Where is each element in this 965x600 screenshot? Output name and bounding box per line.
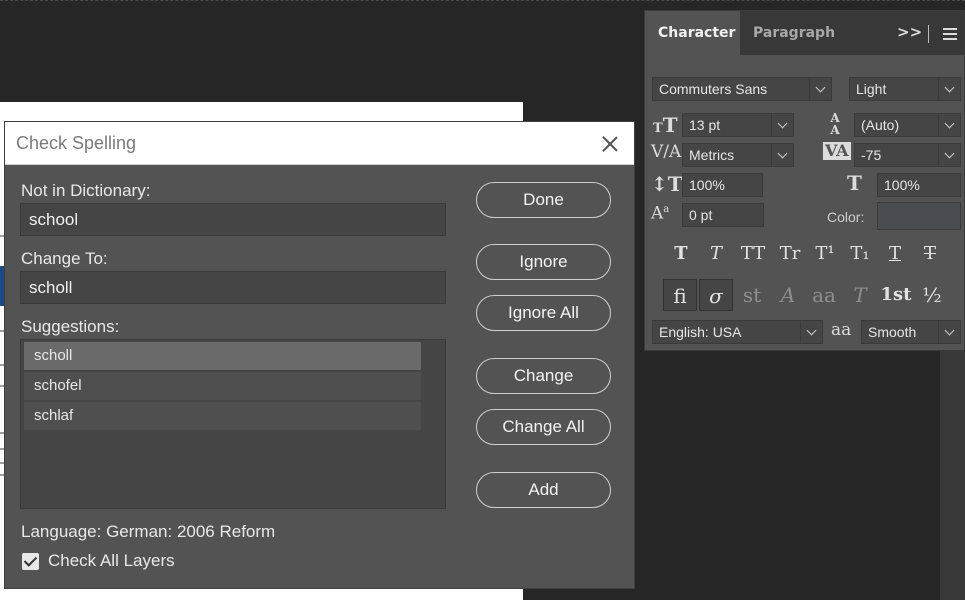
leading-icon: AA — [830, 111, 840, 137]
kerning-select[interactable]: Metrics — [682, 143, 794, 167]
ordinals-button[interactable]: 1st — [879, 279, 913, 311]
check-all-layers-label: Check All Layers — [48, 551, 175, 570]
font-size-value: 13 pt — [689, 117, 721, 133]
strikethrough-button[interactable]: T — [916, 243, 944, 265]
not-in-dictionary-field: school — [20, 203, 446, 236]
chevron-down-icon[interactable] — [938, 78, 960, 100]
small-caps-button[interactable]: Tr — [774, 243, 806, 265]
titling-alternates-button[interactable]: aa — [807, 279, 841, 311]
text-color-swatch[interactable] — [877, 202, 961, 230]
leading-select[interactable]: (Auto) — [854, 113, 961, 137]
chevron-down-icon[interactable] — [771, 144, 793, 166]
font-size-icon: TT — [653, 113, 678, 137]
horizontal-scale-icon: T — [847, 171, 862, 195]
faux-bold-button[interactable]: T — [667, 243, 695, 265]
change-button[interactable]: Change — [476, 358, 611, 394]
not-in-dictionary-label: Not in Dictionary: — [21, 181, 151, 200]
chevron-down-icon[interactable] — [938, 114, 960, 136]
change-to-input[interactable]: scholl — [20, 271, 446, 304]
close-icon[interactable] — [600, 134, 620, 154]
change-all-button[interactable]: Change All — [476, 409, 611, 445]
vertical-scale-icon: ↕T — [651, 172, 683, 196]
stylistic-alternates-button[interactable]: A — [771, 279, 805, 311]
language-value: English: USA — [659, 324, 742, 340]
leading-value: (Auto) — [861, 117, 900, 133]
character-panel: Character Paragraph >> Commuters Sans Li… — [644, 10, 965, 351]
panel-dock-edge — [940, 351, 965, 600]
baseline-shift-input[interactable]: 0 pt — [682, 203, 764, 227]
expand-panels-icon[interactable]: >> — [897, 23, 922, 41]
panel-menu-icon[interactable] — [943, 28, 957, 43]
color-label: Color: — [827, 209, 865, 225]
horizontal-scale-input[interactable]: 100% — [877, 173, 961, 197]
underline-button[interactable]: T — [881, 243, 909, 265]
list-item[interactable]: schlaf — [24, 402, 421, 430]
antialias-value: Smooth — [868, 324, 917, 340]
ligatures-button[interactable]: fi — [663, 279, 697, 311]
all-caps-button[interactable]: TT — [737, 243, 769, 265]
ignore-all-button[interactable]: Ignore All — [476, 295, 611, 331]
baseline-shift-value: 0 pt — [689, 207, 713, 223]
chevron-down-icon[interactable] — [771, 114, 793, 136]
check-all-layers-checkbox[interactable] — [22, 553, 39, 570]
check-spelling-dialog: Check Spelling Not in Dictionary: school… — [4, 121, 635, 589]
list-item[interactable]: scholl — [24, 342, 421, 370]
baseline-shift-icon: Aa — [651, 203, 670, 224]
discretionary-ligatures-button[interactable]: σ — [699, 279, 733, 311]
language-select[interactable]: English: USA — [652, 320, 823, 344]
done-button[interactable]: Done — [476, 182, 611, 218]
tab-paragraph[interactable]: Paragraph — [740, 11, 840, 55]
tab-bar-divider — [928, 25, 929, 43]
tab-character[interactable]: Character — [645, 11, 740, 55]
ignore-button[interactable]: Ignore — [476, 244, 611, 280]
font-size-select[interactable]: 13 pt — [682, 113, 794, 137]
font-family-select[interactable]: Commuters Sans — [652, 77, 832, 101]
dialog-title: Check Spelling — [16, 133, 137, 153]
change-to-label: Change To: — [21, 249, 108, 268]
faux-italic-button[interactable]: T — [702, 243, 730, 265]
list-item[interactable]: schofel — [24, 372, 421, 400]
fractions-button[interactable]: ½ — [915, 279, 949, 311]
add-button[interactable]: Add — [476, 472, 611, 508]
ordinals-alt-button[interactable]: T — [843, 279, 877, 311]
vertical-scale-input[interactable]: 100% — [682, 173, 763, 197]
chevron-down-icon[interactable] — [809, 78, 831, 100]
vertical-scale-value: 100% — [689, 177, 725, 193]
panel-tab-bar: Character Paragraph >> — [645, 11, 964, 55]
antialias-icon: aa — [831, 320, 852, 340]
chevron-down-icon[interactable] — [800, 321, 822, 343]
tracking-icon: VA — [823, 141, 851, 160]
tracking-select[interactable]: -75 — [854, 143, 961, 167]
language-info: Language: German: 2006 Reform — [21, 522, 276, 541]
horizontal-scale-value: 100% — [884, 177, 920, 193]
swash-button[interactable]: st — [735, 279, 769, 311]
kerning-icon: V/A — [651, 142, 682, 162]
kerning-value: Metrics — [689, 147, 735, 163]
font-style-select[interactable]: Light — [849, 77, 961, 101]
font-style-value: Light — [856, 81, 887, 97]
suggestions-list[interactable]: scholl schofel schlaf — [20, 339, 446, 509]
font-family-value: Commuters Sans — [659, 81, 768, 97]
canvas-top-edge — [0, 0, 965, 1]
chevron-down-icon[interactable] — [938, 321, 960, 343]
antialias-select[interactable]: Smooth — [861, 320, 961, 344]
chevron-down-icon[interactable] — [938, 144, 960, 166]
subscript-button[interactable]: T₁ — [846, 243, 874, 265]
suggestions-label: Suggestions: — [21, 317, 120, 336]
superscript-button[interactable]: T¹ — [811, 243, 839, 265]
tracking-value: -75 — [861, 147, 882, 163]
dialog-titlebar: Check Spelling — [5, 122, 634, 165]
